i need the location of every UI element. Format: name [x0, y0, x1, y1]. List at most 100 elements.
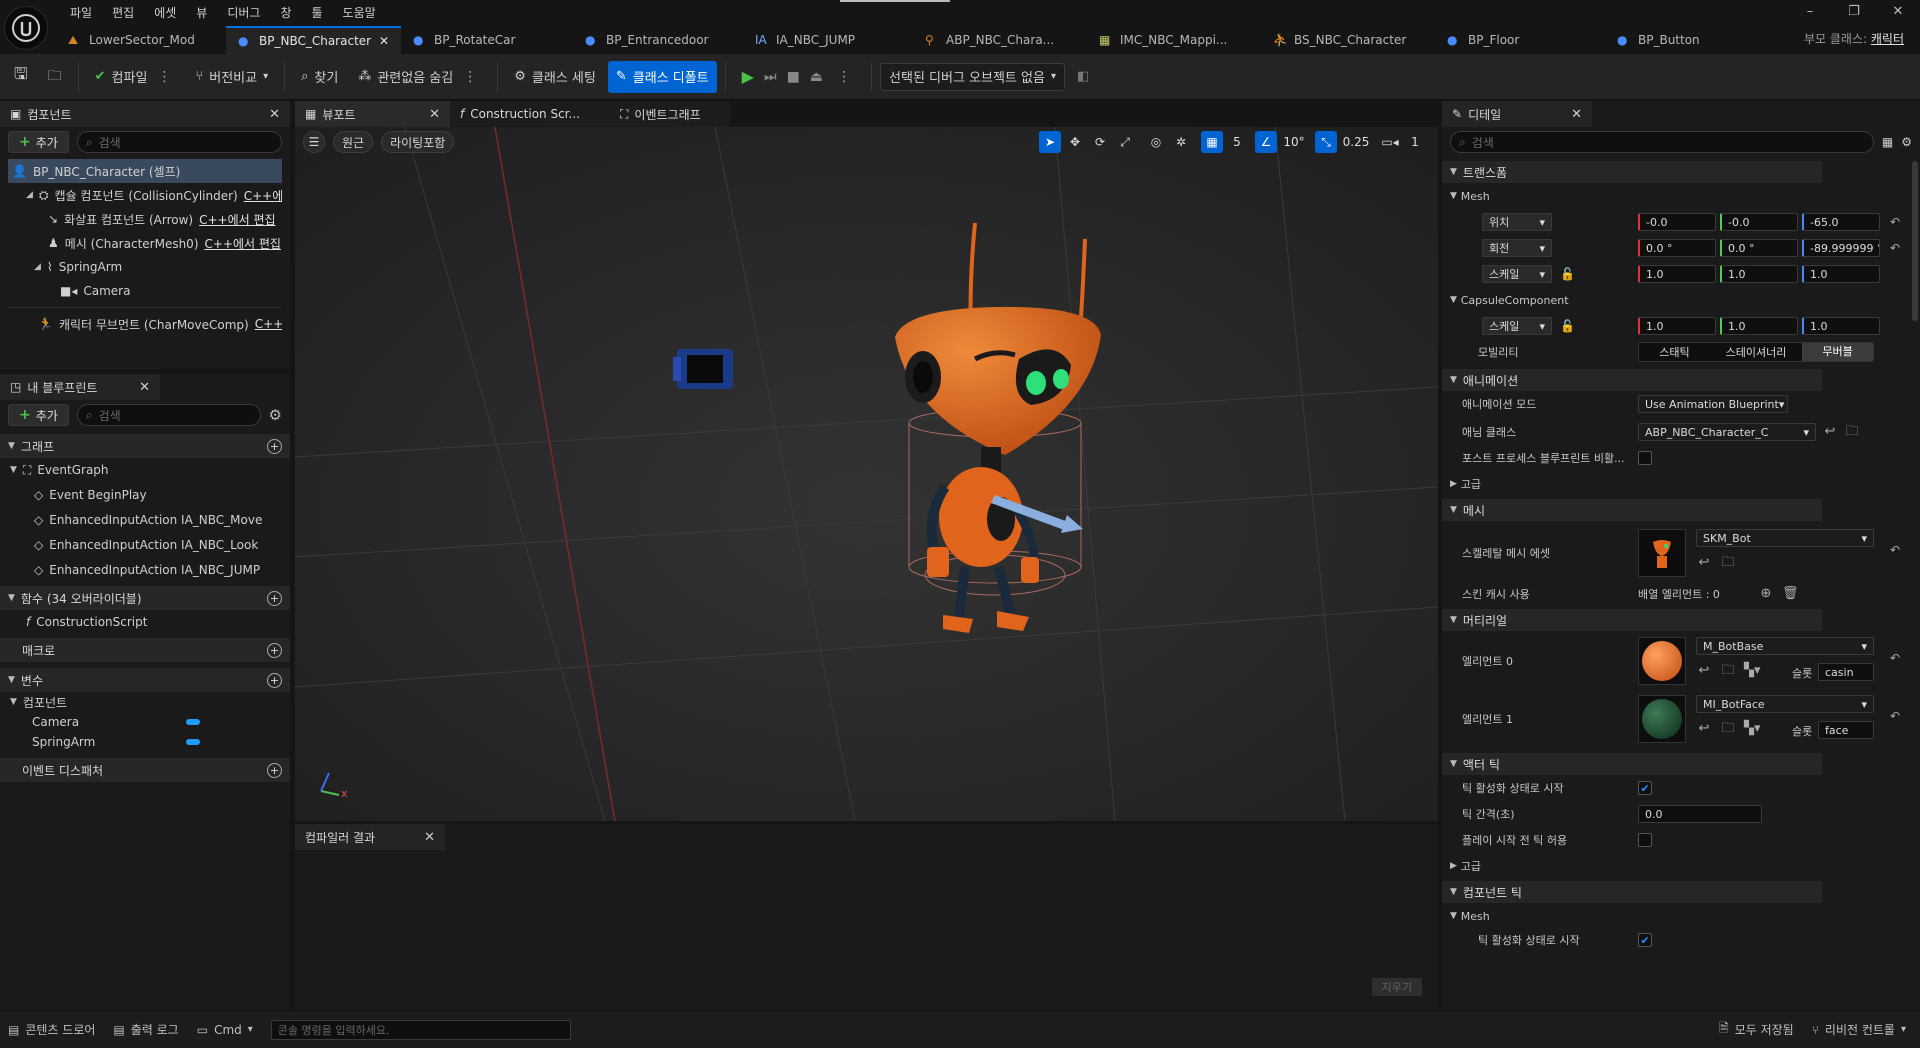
- gear-icon[interactable]: ⚙: [1901, 135, 1912, 149]
- gear-icon[interactable]: ⚙: [269, 406, 282, 424]
- more-options-icon[interactable]: ⋮: [459, 69, 481, 85]
- details-scrollbar[interactable]: [1912, 161, 1918, 321]
- menu-file[interactable]: 파일: [60, 4, 102, 21]
- post-process-checkbox[interactable]: [1638, 451, 1652, 465]
- close-icon[interactable]: ✕: [1571, 107, 1582, 122]
- grid-snap-icon[interactable]: ▦: [1201, 131, 1223, 153]
- parent-class-link[interactable]: 캐릭터: [1871, 32, 1904, 46]
- dispatchers-section[interactable]: 이벤트 디스패처 +: [0, 758, 290, 782]
- doc-tab[interactable]: IA IA_NBC_JUMP: [743, 26, 913, 54]
- material-1-thumbnail[interactable]: [1638, 695, 1686, 743]
- functions-section[interactable]: ▼ 함수 (34 오버라이더블) +: [0, 586, 290, 610]
- add-function-icon[interactable]: +: [267, 590, 282, 606]
- slot-1-field[interactable]: face: [1818, 721, 1874, 739]
- tree-item-capsule[interactable]: ◢⛭캡슐 컴포넌트 (CollisionCylinder)C++에...: [8, 183, 282, 207]
- tab-construction-script[interactable]: f Construction Scr...: [450, 101, 610, 127]
- doc-tab[interactable]: ● BP_RotateCar: [401, 26, 573, 54]
- details-tab[interactable]: ✎ 디테일 ✕: [1442, 101, 1592, 127]
- menu-window[interactable]: 창: [270, 4, 301, 21]
- class-settings-button[interactable]: ⚙ 클래스 세팅: [506, 61, 604, 93]
- location-mode-select[interactable]: 위치 ▾: [1482, 213, 1552, 231]
- minimize-icon[interactable]: –: [1788, 4, 1832, 19]
- lit-mode-button[interactable]: 라이팅포함: [381, 131, 455, 153]
- anim-mode-select[interactable]: Use Animation Blueprint ▾: [1638, 395, 1788, 413]
- tab-viewport[interactable]: ▦ 뷰포트 ✕: [295, 101, 450, 127]
- menu-help[interactable]: 도움말: [333, 4, 386, 21]
- browse-icon[interactable]: 🗀: [1720, 555, 1736, 571]
- scale-z-field[interactable]: 1.0: [1802, 265, 1880, 283]
- tick-before-play-checkbox[interactable]: [1638, 833, 1652, 847]
- use-selected-icon[interactable]: ↩: [1696, 555, 1712, 571]
- add-macro-icon[interactable]: +: [267, 642, 282, 658]
- console-input[interactable]: 콘솔 명령을 입력하세요.: [270, 1019, 571, 1040]
- doc-tab[interactable]: ● BP_Entrancedoor: [573, 26, 743, 54]
- lock-icon[interactable]: 🔓: [1560, 319, 1575, 333]
- reset-icon[interactable]: ↶: [1890, 651, 1900, 665]
- event-item[interactable]: ◇ EnhancedInputAction IA_NBC_Look: [0, 532, 290, 557]
- rotate-tool-icon[interactable]: ⟳: [1089, 131, 1111, 153]
- tab-event-graph[interactable]: ⛶ 이벤트그래프: [610, 101, 730, 127]
- scale-tool-icon[interactable]: ⤢: [1114, 131, 1136, 153]
- graph-section[interactable]: ▼ 그래프 +: [0, 434, 290, 458]
- group-mesh[interactable]: ▼ Mesh: [1442, 185, 1802, 207]
- doc-tab[interactable]: ⛰ LowerSector_Mod: [56, 26, 226, 54]
- reset-icon[interactable]: ↶: [1890, 709, 1900, 723]
- save-all-button[interactable]: 🗎 모두 저장됨: [1719, 1019, 1794, 1040]
- add-member-button[interactable]: + 추가: [8, 404, 69, 426]
- close-icon[interactable]: ✕: [139, 380, 150, 395]
- world-local-icon[interactable]: ◎: [1145, 131, 1167, 153]
- scale-mode-select[interactable]: 스케일 ▾: [1482, 265, 1552, 283]
- save-button[interactable]: 🖫: [6, 61, 36, 93]
- tick-start-checkbox[interactable]: ✔: [1638, 781, 1652, 795]
- event-item[interactable]: ◇ EnhancedInputAction IA_NBC_JUMP: [0, 557, 290, 582]
- add-variable-icon[interactable]: +: [267, 672, 282, 688]
- variable-item[interactable]: SpringArm: [0, 732, 290, 752]
- move-tool-icon[interactable]: ✥: [1064, 131, 1086, 153]
- section-materials[interactable]: ▼ 머티리얼: [1442, 609, 1822, 631]
- material-0-select[interactable]: M_BotBase ▾: [1696, 637, 1874, 655]
- revision-control-button[interactable]: ⑂ 리비전 컨트롤 ▾: [1812, 1021, 1920, 1038]
- cmd-select[interactable]: ▭ Cmd ▾: [197, 1023, 253, 1037]
- scale-y-field[interactable]: 1.0: [1720, 265, 1798, 283]
- debug-object-select[interactable]: 선택된 디버그 오브젝트 없음 ▾: [880, 62, 1065, 91]
- trash-icon[interactable]: 🗑: [1782, 586, 1799, 602]
- components-search-input[interactable]: ⌕ 검색: [76, 131, 282, 153]
- mobility-movable[interactable]: 무버블: [1802, 343, 1873, 361]
- camera-speed-value[interactable]: 1: [1404, 131, 1426, 153]
- clear-button[interactable]: 지우기: [1371, 978, 1422, 996]
- scale-snap-icon[interactable]: ⤡: [1315, 131, 1337, 153]
- add-graph-icon[interactable]: +: [267, 438, 282, 454]
- doc-tab-active[interactable]: ● BP_NBC_Character ✕: [226, 26, 401, 54]
- lock-icon[interactable]: 🔓: [1560, 267, 1575, 281]
- location-z-field[interactable]: -65.0: [1802, 213, 1880, 231]
- debug-filter-button[interactable]: ◧: [1069, 61, 1097, 93]
- play-options-icon[interactable]: ⋮: [833, 69, 855, 85]
- component-tick-start-checkbox[interactable]: ✔: [1638, 933, 1652, 947]
- browse-icon[interactable]: 🗀: [1720, 721, 1736, 737]
- content-drawer-button[interactable]: ▤ 콘텐츠 드로어: [8, 1021, 95, 1038]
- close-icon[interactable]: ✕: [269, 107, 280, 122]
- browse-icon[interactable]: 🗀: [1844, 424, 1860, 440]
- hide-unrelated-button[interactable]: ⁂ 관련없음 숨김 ⋮: [350, 61, 489, 93]
- location-x-field[interactable]: -0.0: [1638, 213, 1716, 231]
- slot-0-field[interactable]: casin: [1818, 663, 1874, 681]
- skeletal-mesh-thumbnail[interactable]: [1638, 529, 1686, 577]
- rotation-snap-icon[interactable]: ∠: [1255, 131, 1277, 153]
- details-search-input[interactable]: ⌕ 검색: [1450, 131, 1874, 153]
- rotation-mode-select[interactable]: 회전 ▾: [1482, 239, 1552, 257]
- rotation-snap-value[interactable]: 10°: [1280, 131, 1308, 153]
- capsule-scale-z-field[interactable]: 1.0: [1802, 317, 1880, 335]
- material-0-thumbnail[interactable]: [1638, 637, 1686, 685]
- eject-icon[interactable]: ⏏: [810, 69, 823, 85]
- section-animation[interactable]: ▼ 애니메이션: [1442, 369, 1822, 391]
- add-element-icon[interactable]: ⊕: [1758, 586, 1774, 602]
- surface-snap-icon[interactable]: ✲: [1170, 131, 1192, 153]
- stop-icon[interactable]: ■: [787, 69, 800, 85]
- my-blueprint-tab[interactable]: ◳ 내 블루프린트 ✕: [0, 374, 160, 400]
- function-item[interactable]: f ConstructionScript: [0, 610, 290, 634]
- viewport-canvas[interactable]: x ☰ 원근 라이팅포함 ➤ ✥ ⟳ ⤢ ◎ ✲ ▦ 5 ∠ 10° ⤡ 0.2…: [295, 127, 1438, 821]
- camera-speed-icon[interactable]: ▭◂: [1379, 131, 1401, 153]
- step-icon[interactable]: ⏭: [764, 69, 777, 85]
- material-options-icon[interactable]: ▚▾: [1744, 721, 1761, 737]
- expand-arrow-icon[interactable]: ◢: [26, 190, 33, 200]
